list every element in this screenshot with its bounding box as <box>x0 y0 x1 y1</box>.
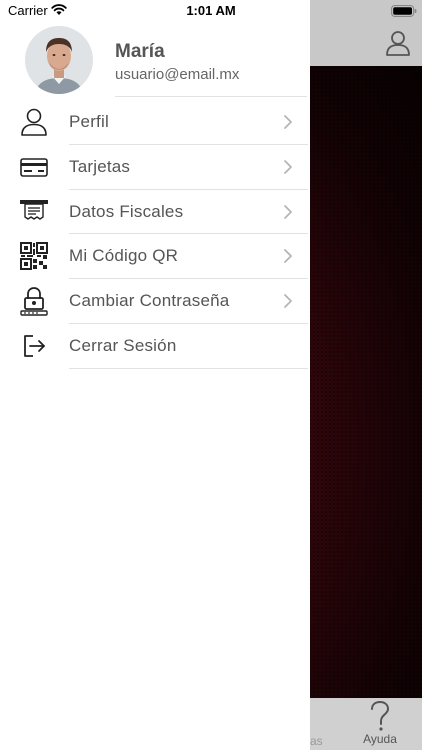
menu-item-cambiar-contrasena[interactable]: Cambiar Contraseña <box>0 279 310 324</box>
receipt-icon <box>20 199 48 220</box>
menu-item-label: Cerrar Sesión <box>69 335 177 355</box>
chevron-right-icon <box>284 115 292 129</box>
chevron-right-icon <box>284 294 292 309</box>
menu-divider <box>69 367 308 369</box>
tab-help-label: Ayuda <box>363 732 397 746</box>
menu-item-perfil[interactable]: Perfil <box>0 100 310 145</box>
person-icon <box>21 108 47 136</box>
header-divider <box>115 96 307 97</box>
user-email: usuario@email.mx <box>115 66 240 83</box>
user-name: María <box>115 41 165 62</box>
menu-item-datos-fiscales[interactable]: Datos Fiscales <box>0 190 310 235</box>
avatar[interactable] <box>25 26 93 94</box>
drawer-menu: Perfil Tarjetas Datos Fiscales Mi Código… <box>0 100 310 369</box>
battery-icon <box>391 5 417 17</box>
menu-item-cerrar-sesion[interactable]: Cerrar Sesión <box>0 324 310 369</box>
chevron-right-icon <box>284 159 292 174</box>
tab-help[interactable]: Ayuda <box>340 700 420 750</box>
credit-card-icon <box>20 157 48 177</box>
menu-item-label: Perfil <box>69 112 109 131</box>
lock-password-icon <box>20 287 48 316</box>
menu-item-mi-codigo-qr[interactable]: Mi Código QR <box>0 234 310 280</box>
tab-partial-label[interactable]: as <box>310 734 323 748</box>
clock: 1:01 AM <box>186 3 236 18</box>
menu-item-label: Tarjetas <box>69 156 131 176</box>
chevron-right-icon <box>284 249 292 264</box>
menu-item-label: Cambiar Contraseña <box>69 291 230 311</box>
menu-item-label: Mi Código QR <box>69 246 179 266</box>
side-drawer: María usuario@email.mx Perfil Tarjetas D… <box>0 0 310 750</box>
menu-item-tarjetas[interactable]: Tarjetas <box>0 145 310 190</box>
status-bar: Carrier 1:01 AM <box>0 0 422 22</box>
chevron-right-icon <box>284 204 292 219</box>
question-mark-icon <box>371 700 390 731</box>
menu-item-label: Datos Fiscales <box>69 201 184 221</box>
user-icon[interactable] <box>385 30 411 56</box>
qr-code-icon <box>20 242 48 271</box>
logout-icon <box>24 335 45 357</box>
